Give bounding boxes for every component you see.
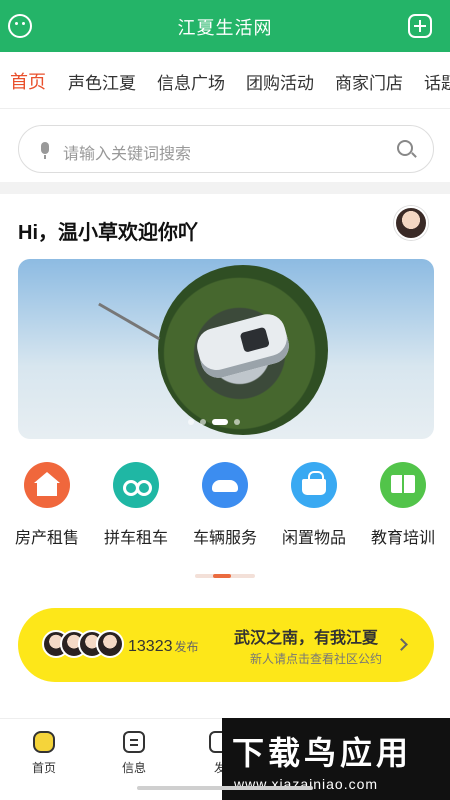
nav-info[interactable]: 信息 [104, 731, 164, 776]
carousel-dot [234, 419, 240, 425]
carpool-icon [113, 462, 159, 508]
home-card: Hi，温小草欢迎你吖 房产租售 拼车租车 车辆服务 闲置物品 教育培训 1332… [0, 194, 450, 718]
tab-info-square[interactable]: 信息广场 [157, 69, 225, 94]
tab-shengse-jiangxia[interactable]: 声色江夏 [68, 69, 136, 94]
service-label: 车辆服务 [192, 530, 257, 547]
service-carpool[interactable]: 拼车租车 [91, 462, 181, 548]
member-avatars [42, 630, 124, 660]
tab-home[interactable]: 首页 [10, 68, 46, 94]
post-count-value: 13323 [128, 638, 173, 655]
house-icon [24, 462, 70, 508]
carousel-dot [200, 419, 206, 425]
search-input[interactable]: 请输入关键词搜索 [18, 125, 434, 173]
app-title: 江夏生活网 [177, 18, 273, 38]
lamp-pole [98, 302, 161, 341]
search-section: 请输入关键词搜索 [0, 108, 450, 182]
home-indicator[interactable] [137, 786, 313, 790]
book-icon [380, 462, 426, 508]
app-header: 江夏生活网 [0, 0, 450, 52]
service-page-indicator [195, 574, 255, 578]
info-icon [123, 731, 145, 753]
tab-group-buy[interactable]: 团购活动 [246, 69, 314, 94]
carousel-dot-active [212, 419, 228, 425]
nav-home[interactable]: 首页 [14, 731, 74, 776]
chevron-right-icon [395, 638, 408, 651]
nav-label: 首页 [31, 761, 56, 775]
avatar [96, 630, 124, 658]
service-second-hand[interactable]: 闲置物品 [269, 462, 359, 548]
service-label: 拼车租车 [103, 530, 168, 547]
community-subtitle: 新人请点击查看社区公约 [250, 652, 383, 666]
community-banner[interactable]: 13323 发布 武汉之南，有我江夏 新人请点击查看社区公约 [18, 608, 434, 682]
search-icon[interactable] [397, 140, 413, 156]
banner-carousel[interactable] [18, 259, 434, 439]
service-house-rental[interactable]: 房产租售 [2, 462, 92, 548]
basket-icon [291, 462, 337, 508]
service-grid: 房产租售 拼车租车 车辆服务 闲置物品 教育培训 [0, 462, 450, 552]
service-label: 闲置物品 [281, 530, 346, 547]
category-tabs: 首页 声色江夏 信息广场 团购活动 商家门店 话题 [0, 52, 450, 108]
add-icon[interactable] [408, 14, 432, 38]
avatar[interactable] [394, 206, 428, 240]
tab-topics[interactable]: 话题 [424, 69, 450, 94]
service-education[interactable]: 教育培训 [358, 462, 448, 548]
service-label: 房产租售 [14, 530, 79, 547]
post-count: 13323 发布 [128, 638, 199, 656]
watermark-title: 下载鸟应用 [232, 735, 413, 771]
community-slogan: 武汉之南，有我江夏 [234, 630, 379, 647]
car-icon [202, 462, 248, 508]
service-label: 教育培训 [370, 530, 435, 547]
carousel-dot [188, 419, 194, 425]
nav-label: 信息 [121, 761, 146, 775]
service-vehicle[interactable]: 车辆服务 [180, 462, 270, 548]
post-count-suffix: 发布 [174, 640, 199, 654]
tab-merchants[interactable]: 商家门店 [335, 69, 403, 94]
microphone-icon[interactable] [41, 142, 49, 159]
search-placeholder: 请输入关键词搜索 [63, 146, 192, 163]
greeting-text: Hi，温小草欢迎你吖 [18, 222, 198, 244]
home-icon [33, 731, 55, 753]
carousel-indicator [188, 419, 240, 425]
